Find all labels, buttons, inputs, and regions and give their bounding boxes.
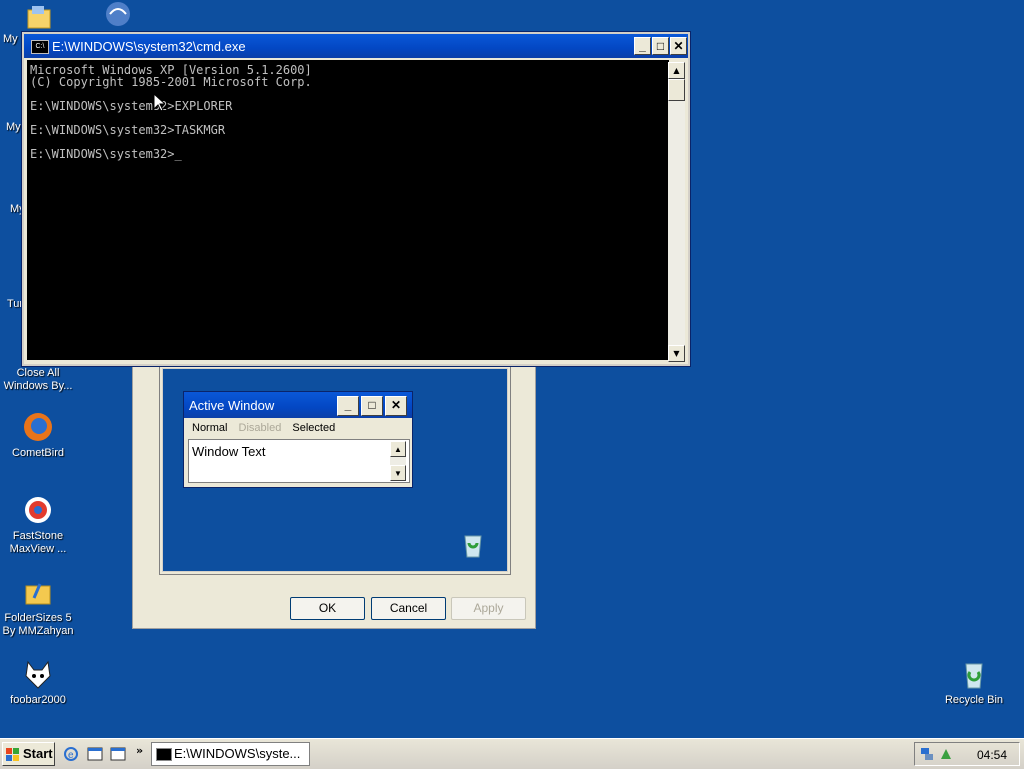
menu-disabled: Disabled bbox=[238, 422, 282, 434]
taskbar: Start e » E:\WINDOWS\syste... 04:54 bbox=[0, 738, 1024, 769]
system-tray: 04:54 bbox=[914, 742, 1020, 766]
taskbar-button-cmd[interactable]: E:\WINDOWS\syste... bbox=[151, 742, 310, 766]
console-output[interactable]: Microsoft Windows XP [Version 5.1.2600] … bbox=[27, 60, 669, 360]
close-button: ✕ bbox=[385, 396, 407, 416]
network-icon bbox=[102, 0, 134, 32]
folder-icon bbox=[22, 2, 54, 34]
desktop-icon-top2[interactable] bbox=[80, 0, 156, 36]
maximize-button: □ bbox=[361, 396, 383, 416]
window-text-label: Window Text bbox=[192, 444, 266, 459]
minimize-button[interactable]: _ bbox=[634, 37, 651, 55]
desktop-icon-cometbird[interactable]: CometBird bbox=[0, 411, 76, 460]
ie-icon[interactable]: e bbox=[63, 746, 79, 762]
close-button[interactable]: ✕ bbox=[670, 37, 687, 55]
sample-menu: Normal Disabled Selected bbox=[188, 422, 343, 434]
start-button[interactable]: Start bbox=[2, 742, 55, 766]
faststone-icon bbox=[22, 494, 54, 526]
foobar-icon bbox=[22, 658, 54, 690]
desktop-icon-foldersizes[interactable]: FolderSizes 5 By MMZahyan bbox=[0, 576, 76, 638]
cmd-title: E:\WINDOWS\system32\cmd.exe bbox=[52, 39, 246, 54]
minimize-button: _ bbox=[337, 396, 359, 416]
desktop-icon-close-all-windows[interactable]: Close All Windows By... bbox=[0, 367, 76, 393]
window-icon[interactable] bbox=[110, 746, 126, 762]
desktop-icon-label: FolderSizes 5 By MMZahyan bbox=[2, 612, 74, 637]
cmd-scrollbar[interactable]: ▲ ▼ bbox=[668, 62, 685, 362]
quicklaunch-expand-icon[interactable]: » bbox=[136, 744, 143, 757]
console-line: E:\WINDOWS\system32>TASKMGR bbox=[30, 123, 226, 137]
sample-window-text: Window Text ▲ ▼ bbox=[188, 439, 410, 483]
sample-titlebar: Active Window _ □ ✕ bbox=[184, 392, 412, 418]
desktop-icon-label: Recycle Bin bbox=[944, 694, 1004, 706]
show-desktop-icon[interactable] bbox=[87, 746, 103, 762]
cancel-button[interactable]: Cancel bbox=[371, 597, 446, 620]
cmd-window[interactable]: C:\ E:\WINDOWS\system32\cmd.exe _ □ ✕ Mi… bbox=[21, 31, 691, 367]
svg-text:e: e bbox=[68, 750, 74, 761]
mouse-cursor-icon bbox=[153, 92, 167, 115]
recycle-bin-icon bbox=[958, 658, 990, 690]
clock[interactable]: 04:54 bbox=[977, 748, 1007, 762]
sample-title: Active Window bbox=[189, 398, 275, 413]
desktop-icon-label: Tur bbox=[7, 298, 24, 310]
desktop-icon-label: FastStone MaxView ... bbox=[9, 530, 67, 555]
active-window-sample: Active Window _ □ ✕ Normal Disabled Sele… bbox=[183, 391, 413, 488]
cometbird-icon bbox=[22, 411, 54, 443]
taskbar-button-label: E:\WINDOWS\syste... bbox=[174, 746, 301, 761]
console-line: E:\WINDOWS\system32>_ bbox=[30, 147, 182, 161]
desktop-icon-faststone[interactable]: FastStone MaxView ... bbox=[0, 494, 76, 556]
cmd-app-icon: C:\ bbox=[31, 40, 49, 54]
scroll-up-icon: ▲ bbox=[390, 441, 406, 457]
folder-chart-icon bbox=[22, 576, 54, 608]
cmd-titlebar[interactable]: C:\ E:\WINDOWS\system32\cmd.exe _ □ ✕ bbox=[24, 34, 688, 58]
sample-scrollbar: ▲ ▼ bbox=[390, 441, 406, 481]
desktop-icon-label: My bbox=[6, 121, 21, 133]
desktop-icon-label: foobar2000 bbox=[10, 694, 66, 706]
console-line: (C) Copyright 1985-2001 Microsoft Corp. bbox=[30, 75, 312, 89]
tray-icon[interactable] bbox=[939, 747, 953, 764]
maximize-button[interactable]: □ bbox=[652, 37, 669, 55]
desktop-icon-recycle-bin[interactable]: Recycle Bin bbox=[936, 658, 1012, 707]
apply-button[interactable]: Apply bbox=[451, 597, 526, 620]
network-tray-icon[interactable] bbox=[920, 747, 934, 764]
scroll-up-icon[interactable]: ▲ bbox=[668, 62, 685, 79]
desktop-icon-label: Close All Windows By... bbox=[3, 367, 73, 392]
scroll-down-icon: ▼ bbox=[390, 465, 406, 481]
console-line: E:\WINDOWS\system32>EXPLORER bbox=[30, 99, 233, 113]
menu-normal: Normal bbox=[192, 422, 228, 434]
start-label: Start bbox=[23, 746, 53, 761]
scroll-down-icon[interactable]: ▼ bbox=[668, 345, 685, 362]
windows-logo-icon bbox=[6, 747, 20, 761]
recycle-bin-icon bbox=[459, 531, 487, 562]
cmd-app-icon bbox=[156, 748, 172, 761]
scroll-thumb[interactable] bbox=[668, 79, 685, 101]
desktop-icon-label: CometBird bbox=[12, 447, 64, 459]
menu-selected: Selected bbox=[292, 422, 336, 434]
desktop-icon-foobar2000[interactable]: foobar2000 bbox=[0, 658, 76, 707]
ok-button[interactable]: OK bbox=[290, 597, 365, 620]
